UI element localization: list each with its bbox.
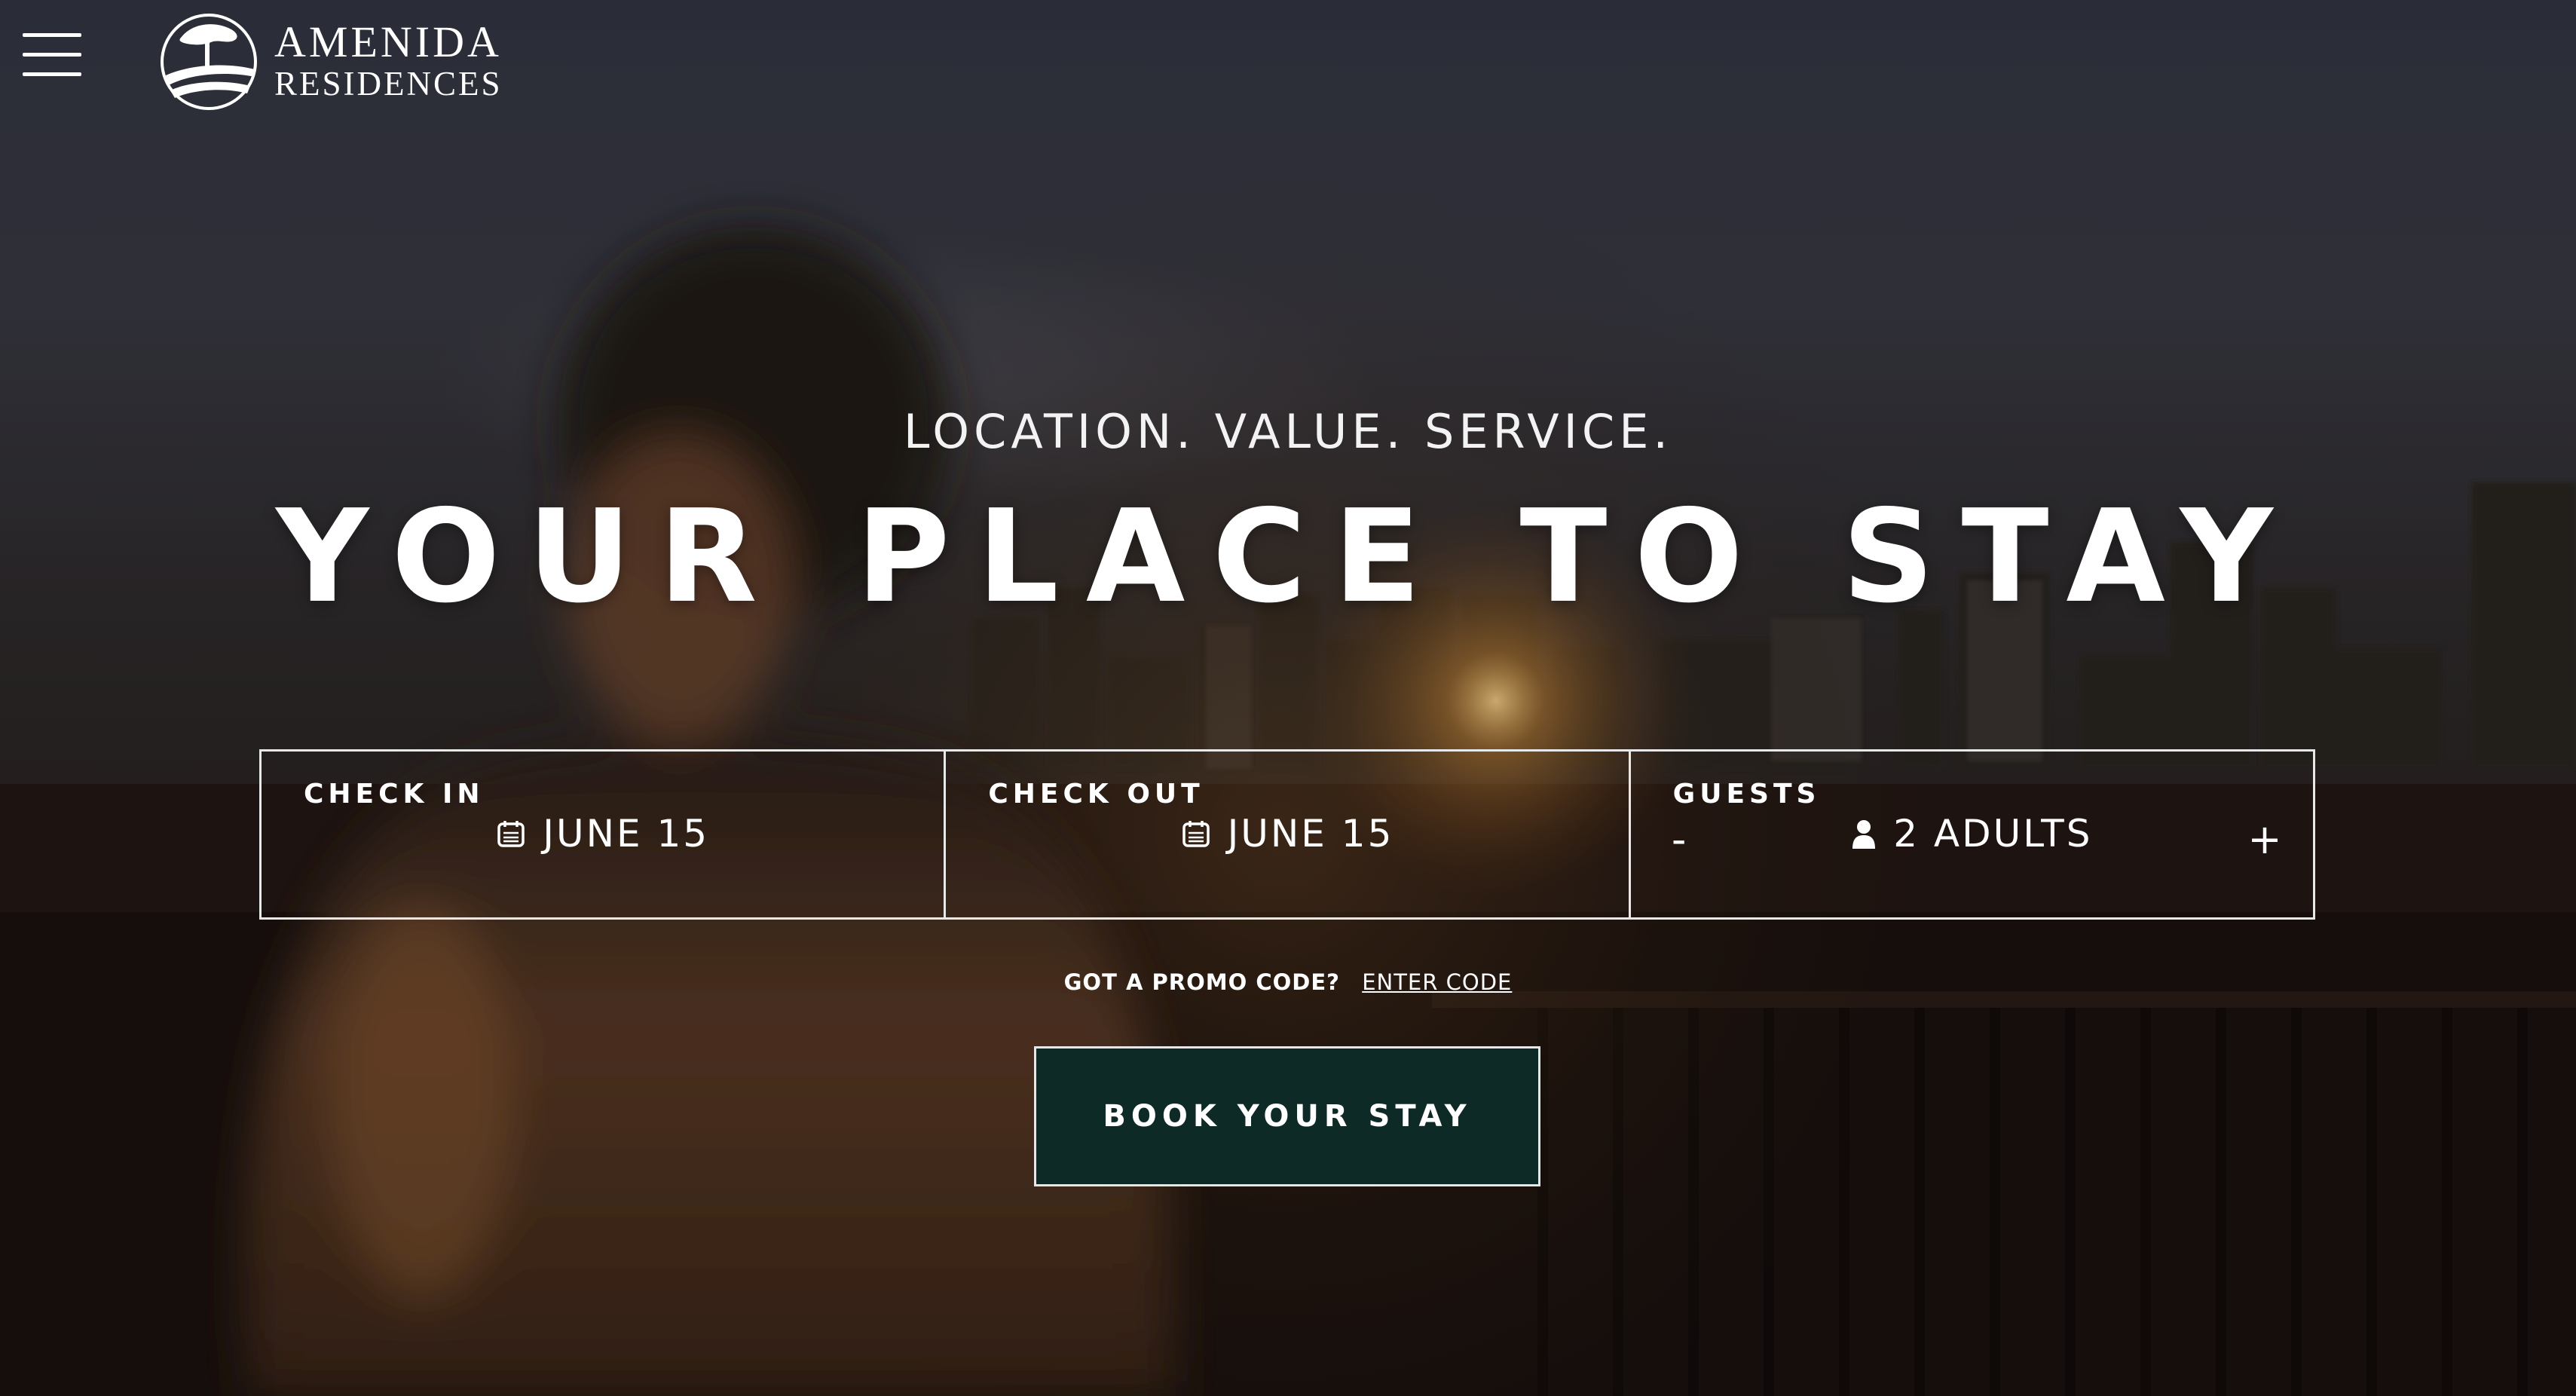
hamburger-menu-icon[interactable] [23,33,81,77]
guests-count: 2 ADULTS [1631,812,2313,856]
check-out-label: CHECK OUT [988,779,1204,810]
person-icon [1852,820,1876,849]
guests-field: GUESTS - 2 ADULTS + [1628,752,2313,917]
brand-name-line2: RESIDENCES [274,64,503,103]
guests-value: 2 ADULTS [1893,812,2093,856]
check-in-field[interactable]: CHECK IN JUNE 15 [262,752,944,917]
booking-form: CHECK IN JUNE 15 CHECK OUT JUNE 15 GUEST… [259,749,2315,920]
check-in-label: CHECK IN [304,779,485,810]
tree-logo-icon [161,14,257,110]
promo-question: GOT A PROMO CODE? [1063,969,1340,995]
page: AMENIDA RESIDENCES LOCATION. VALUE. SERV… [0,0,2576,1396]
calendar-icon [497,821,525,847]
check-out-value: JUNE 15 [1227,812,1394,856]
guests-label: GUESTS [1672,779,1821,810]
check-out-field[interactable]: CHECK OUT JUNE 15 [944,752,1628,917]
enter-code-link[interactable]: ENTER CODE [1362,969,1512,995]
hero-headline: YOUR PLACE TO STAY [276,482,2300,632]
hero-tagline: LOCATION. VALUE. SERVICE. [903,404,1673,459]
check-in-date[interactable]: JUNE 15 [262,812,944,856]
book-your-stay-button[interactable]: BOOK YOUR STAY [1034,1046,1540,1186]
brand-name-line1: AMENIDA [274,17,502,66]
brand-name: AMENIDA RESIDENCES [274,20,503,101]
background-overlay [0,0,2576,1396]
calendar-icon [1182,821,1210,847]
logo[interactable]: AMENIDA RESIDENCES [158,8,503,113]
increment-guests-button[interactable]: + [2242,816,2287,863]
check-in-value: JUNE 15 [543,812,710,856]
promo-code-row: GOT A PROMO CODE? ENTER CODE [0,969,2576,995]
check-out-date[interactable]: JUNE 15 [946,812,1628,856]
